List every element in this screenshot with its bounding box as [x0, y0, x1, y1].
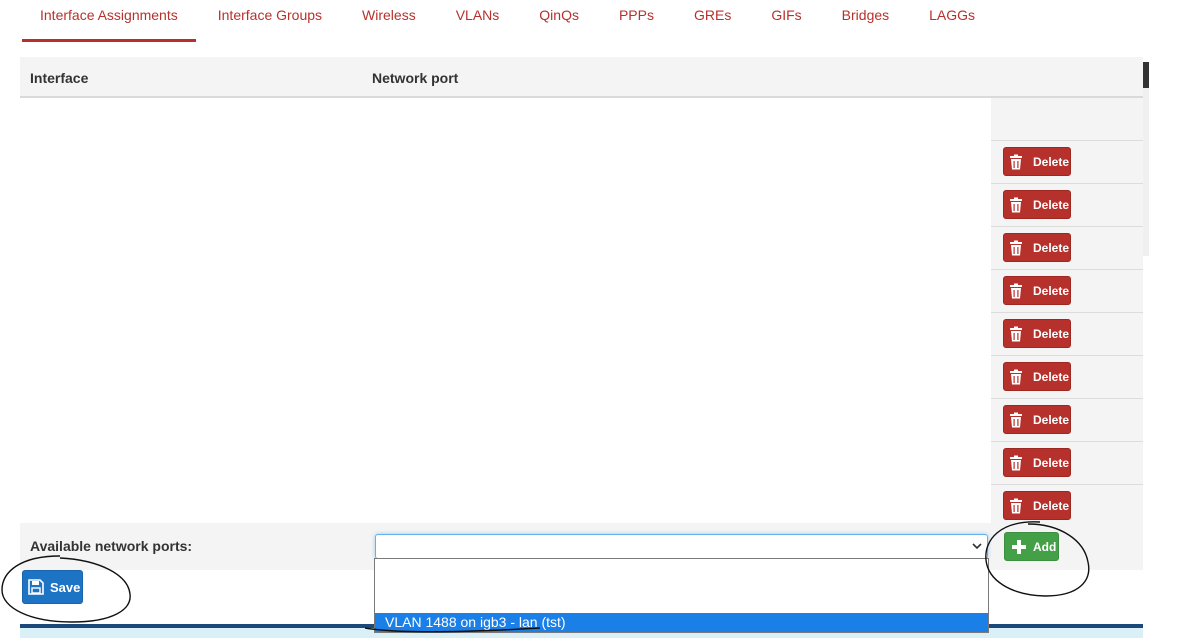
network-port-dropdown-list[interactable]: VLAN 1488 on igb3 - lan (tst): [374, 558, 989, 633]
trash-icon: [1008, 411, 1024, 428]
dropdown-option[interactable]: [375, 567, 988, 586]
tab-vlans[interactable]: VLANs: [436, 0, 520, 42]
save-button[interactable]: Save: [22, 570, 83, 604]
row-divider: [991, 441, 1143, 442]
delete-button[interactable]: Delete: [1003, 448, 1071, 477]
row-divider: [991, 355, 1143, 356]
table-body: [20, 98, 991, 523]
dropdown-option[interactable]: [375, 591, 988, 610]
trash-icon: [1008, 196, 1024, 213]
tab-wireless[interactable]: Wireless: [342, 0, 436, 42]
tab-gres[interactable]: GREs: [674, 0, 751, 42]
trash-icon: [1008, 282, 1024, 299]
row-divider: [991, 269, 1143, 270]
tab-ppps[interactable]: PPPs: [599, 0, 674, 42]
delete-button[interactable]: Delete: [1003, 491, 1071, 520]
trash-icon: [1008, 368, 1024, 385]
delete-button[interactable]: Delete: [1003, 190, 1071, 219]
save-button-label: Save: [50, 579, 81, 595]
delete-button[interactable]: Delete: [1003, 405, 1071, 434]
trash-icon: [1008, 239, 1024, 256]
chevron-down-icon: [971, 539, 983, 553]
network-port-select[interactable]: [375, 534, 988, 559]
delete-button-label: Delete: [1033, 283, 1070, 298]
interface-assignments-page: Interface Assignments Interface Groups W…: [0, 0, 1179, 638]
delete-button[interactable]: Delete: [1003, 233, 1071, 262]
delete-button[interactable]: Delete: [1003, 147, 1071, 176]
tab-interface-groups[interactable]: Interface Groups: [198, 0, 342, 42]
delete-button-label: Delete: [1033, 197, 1070, 212]
dropdown-option-selected[interactable]: VLAN 1488 on igb3 - lan (tst): [375, 613, 988, 632]
tab-bridges[interactable]: Bridges: [822, 0, 909, 42]
tab-qinqs[interactable]: QinQs: [519, 0, 599, 42]
add-button[interactable]: Add: [1004, 532, 1059, 561]
tab-bar: Interface Assignments Interface Groups W…: [0, 0, 1145, 42]
row-divider: [991, 484, 1143, 485]
trash-icon: [1008, 454, 1024, 471]
column-header-interface: Interface: [30, 70, 89, 86]
delete-button[interactable]: Delete: [1003, 276, 1071, 305]
delete-button-label: Delete: [1033, 154, 1070, 169]
delete-button-label: Delete: [1033, 455, 1070, 470]
delete-button-label: Delete: [1033, 412, 1070, 427]
delete-button-label: Delete: [1033, 326, 1070, 341]
delete-button-label: Delete: [1033, 240, 1070, 255]
row-divider: [991, 398, 1143, 399]
row-divider: [991, 312, 1143, 313]
delete-button[interactable]: Delete: [1003, 319, 1071, 348]
assignments-table: Interface Network port Delete Delete Del…: [20, 57, 1143, 570]
row-divider: [991, 226, 1143, 227]
row-divider: [991, 140, 1143, 141]
tab-laggs[interactable]: LAGGs: [909, 0, 995, 42]
table-header: Interface Network port: [20, 57, 1143, 98]
plus-icon: [1011, 539, 1027, 555]
tab-interface-assignments[interactable]: Interface Assignments: [20, 0, 198, 42]
trash-icon: [1008, 497, 1024, 514]
scrollbar-thumb[interactable]: [1143, 62, 1149, 88]
delete-button-label: Delete: [1033, 498, 1070, 513]
add-button-label: Add: [1033, 539, 1057, 554]
trash-icon: [1008, 325, 1024, 342]
floppy-disk-icon: [27, 579, 44, 596]
trash-icon: [1008, 153, 1024, 170]
tab-gifs[interactable]: GIFs: [751, 0, 821, 42]
delete-button[interactable]: Delete: [1003, 362, 1071, 391]
delete-button-label: Delete: [1033, 369, 1070, 384]
column-header-network-port: Network port: [372, 70, 459, 86]
scrollbar[interactable]: [1143, 62, 1149, 256]
row-divider: [991, 183, 1143, 184]
available-ports-label: Available network ports:: [30, 538, 193, 554]
